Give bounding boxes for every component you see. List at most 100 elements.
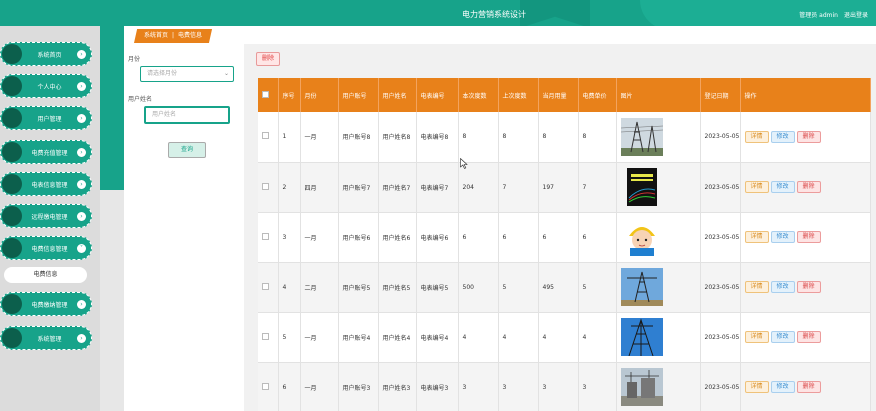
detail-button[interactable]: 详情 xyxy=(744,331,769,343)
column-header[interactable]: 电费单价 xyxy=(578,78,617,112)
cell-name: 用户姓名3 xyxy=(378,362,417,411)
cell-image xyxy=(616,312,701,363)
cell-current-reading: 3 xyxy=(458,362,499,411)
column-header[interactable]: 图片 xyxy=(616,78,701,112)
sidebar-item-bill-info[interactable]: 电费信息管理 ˅ xyxy=(0,236,92,260)
breadcrumb-home[interactable]: 系统首页 xyxy=(144,32,168,39)
cell-actions: 详情 修改 删除 xyxy=(740,362,871,411)
cell-no: 2 xyxy=(278,162,301,213)
column-header[interactable]: 本次度数 xyxy=(458,78,499,112)
edit-button[interactable]: 修改 xyxy=(770,181,795,193)
cell-price: 8 xyxy=(578,112,617,163)
cell-image xyxy=(616,262,701,313)
edit-button[interactable]: 修改 xyxy=(770,381,795,393)
cell-actions: 详情 修改 删除 xyxy=(740,262,871,313)
row-checkbox[interactable] xyxy=(262,132,269,140)
column-header[interactable]: 月份 xyxy=(300,78,339,112)
row-checkbox[interactable] xyxy=(262,232,269,240)
row-checkbox[interactable] xyxy=(262,382,269,390)
power-tower-thumbnail xyxy=(620,117,663,156)
detail-button[interactable]: 详情 xyxy=(744,181,769,193)
delete-button[interactable]: 删除 xyxy=(796,281,821,293)
column-header[interactable]: 当月用量 xyxy=(538,78,579,112)
sidebar-item-label: 电费信息管理 xyxy=(31,245,68,253)
chevron-right-icon: › xyxy=(77,113,86,123)
menu-dot-icon xyxy=(2,44,22,64)
column-header[interactable]: 序号 xyxy=(278,78,301,112)
sidebar-item-users[interactable]: 用户管理 › xyxy=(0,106,92,130)
cell-current-reading: 8 xyxy=(458,112,499,163)
query-button[interactable]: 查询 xyxy=(168,142,206,158)
sidebar-item-home[interactable]: 系统首页 › xyxy=(0,42,92,66)
delete-button[interactable]: 删除 xyxy=(796,331,821,343)
cell-current-reading: 6 xyxy=(458,212,499,263)
sidebar-item-label: 远程缴电管理 xyxy=(31,213,68,221)
sidebar-item-recharge[interactable]: 电费充值管理 › xyxy=(0,140,92,164)
sidebar-item-meter[interactable]: 电表信息管理 › xyxy=(0,172,92,196)
cell-current-reading: 500 xyxy=(458,262,499,313)
detail-button[interactable]: 详情 xyxy=(744,281,769,293)
cell-no: 3 xyxy=(278,212,301,263)
column-header[interactable]: 登记日期 xyxy=(700,78,741,112)
delete-button[interactable]: 删除 xyxy=(796,130,821,143)
column-header[interactable]: 上次度数 xyxy=(498,78,539,112)
cell-actions: 详情 修改 删除 xyxy=(740,112,871,163)
sidebar-subitem-bill-info[interactable]: 电费信息 xyxy=(4,267,87,283)
row-checkbox[interactable] xyxy=(262,182,269,190)
column-header[interactable]: 用户账号 xyxy=(338,78,379,112)
sidebar-item-profile[interactable]: 个人中心 › xyxy=(0,74,92,98)
sidebar-item-remote-pay[interactable]: 远程缴电管理 › xyxy=(0,204,92,228)
table-row: 3 一月 用户账号6 用户姓名6 电表编号6 6 6 6 6 2023-05-0… xyxy=(258,212,871,263)
detail-button[interactable]: 详情 xyxy=(744,381,769,393)
sidebar-item-label: 电费缴纳管理 xyxy=(31,301,68,309)
cell-name: 用户姓名8 xyxy=(378,112,417,163)
cell-last-reading: 6 xyxy=(498,212,539,263)
detail-button[interactable]: 详情 xyxy=(744,130,769,143)
cell-usage: 8 xyxy=(538,112,579,163)
delete-button[interactable]: 删除 xyxy=(796,381,821,393)
cell-usage: 4 xyxy=(538,312,579,363)
menu-dot-icon xyxy=(2,142,22,162)
cell-name: 用户姓名5 xyxy=(378,262,417,313)
cell-date: 2023-05-05 xyxy=(700,312,741,363)
system-title: 电力营销系统设计 xyxy=(462,10,526,19)
cell-last-reading: 5 xyxy=(498,262,539,313)
month-select[interactable]: 请选择月份 ⌄ xyxy=(140,66,234,82)
select-all-header[interactable] xyxy=(258,78,279,112)
cell-price: 7 xyxy=(578,162,617,213)
name-input[interactable]: 用户姓名 xyxy=(144,106,230,124)
cell-date: 2023-05-05 xyxy=(700,112,741,163)
search-form: 月份 请选择月份 ⌄ 用户姓名 用户姓名 查询 xyxy=(128,44,240,158)
cell-account: 用户账号6 xyxy=(338,212,379,263)
delete-button[interactable]: 删除 xyxy=(796,231,821,243)
edit-button[interactable]: 修改 xyxy=(770,281,795,293)
sidebar-item-bill-pay[interactable]: 电费缴纳管理 › xyxy=(0,292,92,316)
column-header: 操作 xyxy=(740,78,871,112)
row-checkbox[interactable] xyxy=(262,332,269,340)
detail-button[interactable]: 详情 xyxy=(744,231,769,243)
cell-meter: 电表编号7 xyxy=(416,162,459,213)
menu-dot-icon xyxy=(2,76,22,96)
edit-button[interactable]: 修改 xyxy=(770,231,795,243)
cell-month: 四月 xyxy=(300,162,339,213)
cell-meter: 电表编号3 xyxy=(416,362,459,411)
breadcrumb-separator: | xyxy=(172,32,175,39)
sidebar-item-system[interactable]: 系统管理 › xyxy=(0,326,92,350)
delete-button[interactable]: 删除 xyxy=(796,181,821,193)
cell-current-reading: 204 xyxy=(458,162,499,213)
column-header[interactable]: 电表编号 xyxy=(416,78,459,112)
cell-price: 5 xyxy=(578,262,617,313)
row-checkbox[interactable] xyxy=(262,282,269,290)
logout-link[interactable]: 退出登录 xyxy=(844,10,868,19)
substation-thumbnail xyxy=(620,368,663,406)
chevron-right-icon: › xyxy=(77,211,86,221)
column-header[interactable]: 用户姓名 xyxy=(378,78,417,112)
edit-button[interactable]: 修改 xyxy=(770,331,795,343)
chevron-right-icon: › xyxy=(77,179,86,189)
select-all-checkbox[interactable] xyxy=(262,90,269,98)
batch-delete-button[interactable]: 删除 xyxy=(256,52,280,66)
menu-dot-icon xyxy=(2,328,22,348)
chevron-right-icon: › xyxy=(77,49,86,59)
table-row: 6 一月 用户账号3 用户姓名3 电表编号3 3 3 3 3 2023-05-0… xyxy=(258,362,871,411)
edit-button[interactable]: 修改 xyxy=(770,130,795,143)
